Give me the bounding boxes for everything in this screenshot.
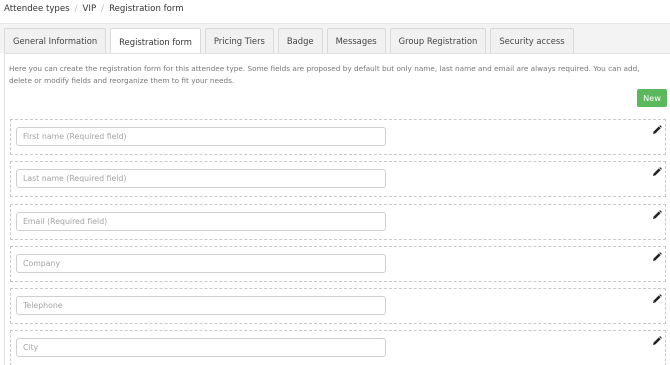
telephone-field[interactable] bbox=[16, 296, 386, 315]
form-field-row-email[interactable] bbox=[10, 204, 666, 240]
breadcrumb-item-current: Registration form bbox=[109, 4, 184, 14]
tab-group-registration[interactable]: Group Registration bbox=[389, 28, 487, 53]
breadcrumb: Attendee types / VIP / Registration form bbox=[0, 0, 670, 24]
new-field-button[interactable]: New bbox=[637, 89, 667, 107]
city-field[interactable] bbox=[16, 338, 386, 357]
breadcrumb-item-vip[interactable]: VIP bbox=[83, 4, 97, 14]
tab-messages[interactable]: Messages bbox=[326, 28, 386, 53]
form-description: Here you can create the registration for… bbox=[9, 64, 640, 85]
form-field-row-first-name[interactable] bbox=[10, 119, 666, 155]
form-field-row-city[interactable] bbox=[10, 330, 666, 365]
pencil-icon[interactable] bbox=[652, 167, 662, 177]
tab-list: General Information Registration form Pr… bbox=[4, 28, 578, 54]
tab-pricing-tiers[interactable]: Pricing Tiers bbox=[204, 28, 274, 53]
form-field-row-telephone[interactable] bbox=[10, 288, 666, 324]
company-field[interactable] bbox=[16, 254, 386, 273]
form-field-row-last-name[interactable] bbox=[10, 161, 666, 197]
pencil-icon[interactable] bbox=[652, 210, 662, 220]
tab-badge[interactable]: Badge bbox=[277, 28, 323, 53]
breadcrumb-item-attendee-types[interactable]: Attendee types bbox=[4, 4, 70, 14]
pencil-icon[interactable] bbox=[652, 294, 662, 304]
tab-security-access[interactable]: Security access bbox=[490, 28, 574, 53]
pencil-icon[interactable] bbox=[652, 336, 662, 346]
form-field-row-company[interactable] bbox=[10, 246, 666, 282]
last-name-field[interactable] bbox=[16, 169, 386, 188]
first-name-field[interactable] bbox=[16, 127, 386, 146]
pencil-icon[interactable] bbox=[652, 252, 662, 262]
pencil-icon[interactable] bbox=[652, 125, 662, 135]
tab-general-information[interactable]: General Information bbox=[4, 28, 107, 53]
email-field[interactable] bbox=[16, 212, 386, 231]
breadcrumb-separator: / bbox=[101, 4, 105, 14]
breadcrumb-separator: / bbox=[74, 4, 78, 14]
tab-registration-form[interactable]: Registration form bbox=[110, 28, 201, 54]
